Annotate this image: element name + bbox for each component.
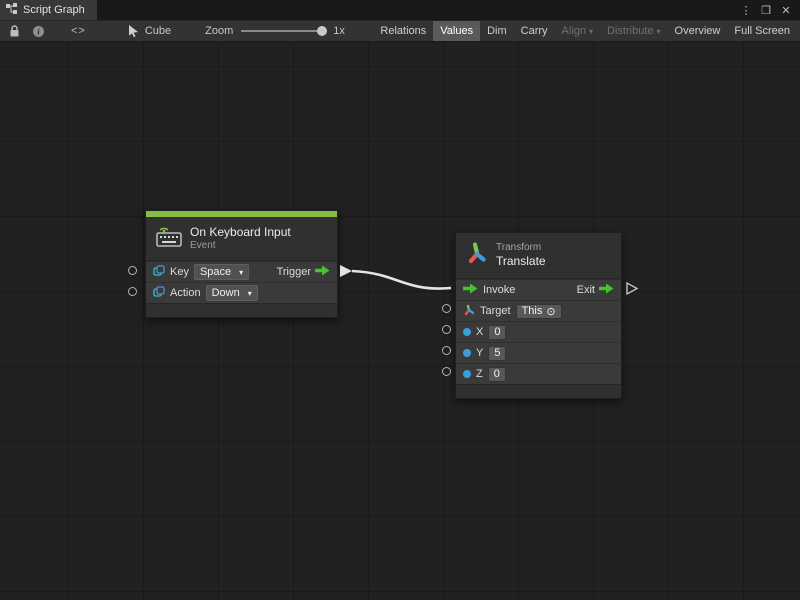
chevron-down-icon: ▾ [248,289,252,298]
node-transform-translate[interactable]: Transform Translate Invoke Exit [455,232,622,399]
fullscreen-button[interactable]: Full Screen [727,21,797,41]
dim-button[interactable]: Dim [480,21,514,41]
invoke-label: Invoke [483,284,515,296]
lock-icon[interactable] [3,21,26,41]
target-input-port[interactable] [442,304,451,313]
invoke-exit-row: Invoke Exit [456,279,621,300]
maximize-icon[interactable]: ❐ [758,2,774,18]
zoom-slider-handle[interactable] [317,26,327,36]
align-button[interactable]: Align▾ [555,21,600,41]
script-graph-window: { "window": { "title": "Script Graph" },… [0,0,800,600]
values-button[interactable]: Values [433,21,480,41]
value-port-icon [463,328,471,336]
carry-button[interactable]: Carry [514,21,555,41]
transform-icon [466,241,488,270]
trigger-output-port[interactable] [315,265,330,279]
target-icon: ⊙ [546,305,555,318]
keyboard-icon [156,224,182,253]
graph-toolbar: i <> Cube Zoom 1x Relations Values Dim C… [0,20,800,42]
info-icon[interactable]: i [26,21,51,41]
menu-icon[interactable]: ⋮ [738,2,754,18]
trigger-label: Trigger [277,266,311,278]
keyboard-node-header[interactable]: On Keyboard Input Event [146,217,337,261]
key-dropdown[interactable]: Space▾ [194,264,249,280]
action-dropdown[interactable]: Down▾ [206,285,258,301]
tab-script-graph[interactable]: Script Graph [0,0,97,20]
x-value-field[interactable]: 0 [488,325,506,340]
y-value-field[interactable]: 5 [488,346,506,361]
invoke-input-port[interactable] [463,283,478,297]
z-value-field[interactable]: 0 [488,367,506,382]
action-input-port[interactable] [128,287,137,296]
exit-label: Exit [577,284,595,296]
value-port-icon [463,370,471,378]
code-icon[interactable]: <> [65,21,92,41]
title-bar: Script Graph ⋮ ❐ ✕ [0,0,800,20]
z-label: Z [476,368,483,380]
y-label: Y [476,347,483,359]
x-row: X 0 [456,321,621,342]
port-icon [153,265,165,280]
relations-button[interactable]: Relations [373,21,433,41]
chevron-down-icon: ▾ [657,27,661,36]
exit-output-port[interactable] [599,283,614,297]
value-port-icon [463,349,471,357]
y-input-port[interactable] [442,346,451,355]
zoom-value: 1x [329,25,349,37]
axis-icon [463,304,475,319]
z-row: Z 0 [456,363,621,384]
node-footer [146,303,337,317]
translate-node-header[interactable]: Transform Translate [456,233,621,279]
node-footer [456,384,621,398]
z-input-port[interactable] [442,367,451,376]
node-title: Translate [496,254,546,269]
toolbar-buttons: Relations Values Dim Carry Align▾ Distri… [373,21,797,41]
key-label: Key [170,266,189,278]
key-row: Key Space▾ Trigger [146,261,337,282]
close-icon[interactable]: ✕ [778,2,794,18]
node-group-label: Transform [496,242,546,255]
zoom-label: Zoom [201,25,237,37]
node-subtitle: Event [190,240,291,253]
key-input-port[interactable] [128,266,137,275]
action-label: Action [170,287,201,299]
node-on-keyboard-input[interactable]: On Keyboard Input Event Key Space▾ Trigg… [145,210,338,318]
zoom-slider[interactable] [241,30,325,32]
chevron-down-icon: ▾ [239,268,243,277]
action-row: Action Down▾ [146,282,337,303]
cursor-icon [122,21,141,41]
target-label: Target [480,305,511,317]
target-value-box[interactable]: This⊙ [516,304,562,319]
target-row: Target This⊙ [456,300,621,321]
distribute-button[interactable]: Distribute▾ [600,21,667,41]
chevron-down-icon: ▾ [589,27,593,36]
port-icon [153,286,165,301]
node-title: On Keyboard Input [190,225,291,240]
y-row: Y 5 [456,342,621,363]
x-label: X [476,326,483,338]
graph-tab-icon [6,3,18,18]
overview-button[interactable]: Overview [668,21,728,41]
x-input-port[interactable] [442,325,451,334]
tab-title: Script Graph [23,4,85,16]
target-object-label[interactable]: Cube [141,25,175,37]
window-controls: ⋮ ❐ ✕ [738,0,800,20]
graph-canvas[interactable]: On Keyboard Input Event Key Space▾ Trigg… [0,42,800,600]
